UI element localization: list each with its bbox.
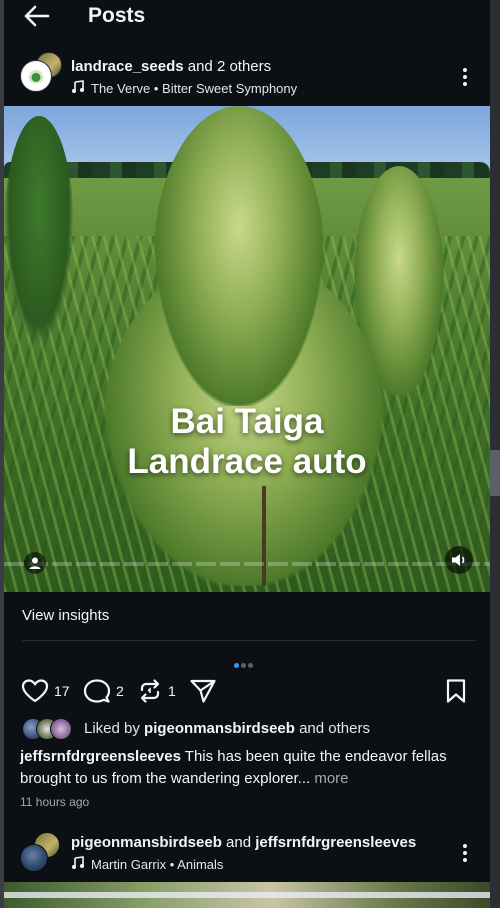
scrollbar-thumb[interactable] [490,450,500,496]
bookmark-icon [446,679,466,703]
user-tag-icon [29,557,41,569]
carousel-dot [241,663,246,668]
page-title: Posts [88,4,146,27]
likes-count[interactable]: 17 [54,683,70,699]
music-title[interactable]: Martin Garrix • Animals [91,857,223,872]
liked-by-username[interactable]: pigeonmansbirdseeb [144,720,295,737]
post-media[interactable]: Bai Taiga Landrace auto [4,106,490,592]
next-post-header: pigeonmansbirdseeb and jeffsrnfdrgreensl… [4,830,490,880]
author-collaborator-username[interactable]: jeffsrnfdrgreensleeves [255,834,416,851]
more-vertical-icon [463,68,467,72]
post-options-button[interactable] [462,68,468,88]
divider [22,640,476,641]
more-vertical-icon [463,844,467,848]
post-header: landrace_seeds and 2 others The Verve • … [4,50,490,104]
repost-button[interactable]: 1 [137,678,176,704]
media-overlay-text: Bai Taiga Landrace auto [4,402,490,482]
liked-by-text[interactable]: Liked by pigeonmansbirdseeb and others [84,720,370,737]
avatar [50,718,72,740]
post-author[interactable]: landrace_seeds and 2 others [71,58,271,75]
carousel-indicator [234,655,264,668]
liked-by-suffix[interactable]: and others [295,720,370,737]
carousel-dot-active [234,663,239,668]
repost-icon [140,679,160,703]
mute-toggle-button[interactable] [445,546,473,574]
back-button[interactable] [22,4,52,30]
music-attribution[interactable]: The Verve • Bitter Sweet Symphony [71,80,297,96]
music-title[interactable]: The Verve • Bitter Sweet Symphony [91,81,297,96]
arrow-left-icon [24,5,50,27]
save-button[interactable] [445,678,467,704]
media-plant [154,106,324,406]
post-caption: jeffsrnfdrgreensleeves This has been qui… [20,746,460,790]
tagged-users-button[interactable] [24,552,46,574]
send-icon [190,679,216,703]
caption-more-link[interactable]: more [310,770,348,787]
post-timestamp: 11 hours ago [20,795,90,809]
overlay-line-1: Bai Taiga [170,402,324,441]
share-button[interactable] [189,678,217,704]
next-post-media[interactable] [4,882,490,908]
liked-by-prefix: Liked by [84,720,145,737]
like-button[interactable]: 17 [21,678,70,704]
reel-progress-strip [4,562,490,566]
post-actions: 17 2 1 [4,676,490,706]
comments-count[interactable]: 2 [116,683,124,699]
music-note-icon [72,856,84,869]
author-join: and [221,834,256,851]
next-post-author[interactable]: pigeonmansbirdseeb and jeffsrnfdrgreensl… [71,834,416,851]
avatar-author[interactable] [20,844,48,872]
media-plant [4,116,74,346]
carousel-dot [248,663,253,668]
heart-icon [21,679,49,703]
post-options-button[interactable] [462,844,468,864]
media-stem [262,486,266,586]
music-note-icon [72,80,84,93]
window-scrollbar[interactable] [490,0,500,908]
author-username[interactable]: landrace_seeds [71,58,184,75]
seed-logo-icon [26,69,46,83]
speaker-icon [452,554,465,566]
caption-username[interactable]: jeffsrnfdrgreensleeves [20,748,181,765]
top-bar: Posts [4,0,490,34]
overlay-line-2: Landrace auto [127,442,367,481]
author-others[interactable]: and 2 others [184,58,271,75]
music-attribution[interactable]: Martin Garrix • Animals [71,856,223,872]
liked-by-row[interactable]: Liked by pigeonmansbirdseeb and others [22,718,482,740]
reposts-count[interactable]: 1 [168,683,176,699]
avatar-author[interactable] [20,60,52,92]
media-banner [4,892,490,898]
comment-icon [83,679,111,703]
comment-button[interactable]: 2 [83,678,124,704]
view-insights-link[interactable]: View insights [22,607,109,624]
author-username[interactable]: pigeonmansbirdseeb [71,834,222,851]
